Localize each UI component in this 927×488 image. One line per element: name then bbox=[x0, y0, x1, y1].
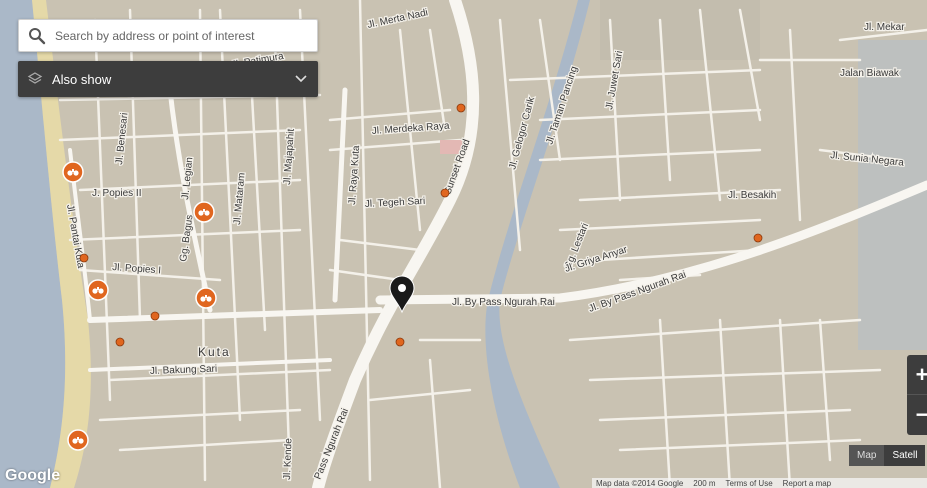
search-input[interactable] bbox=[55, 28, 310, 43]
map-type-map-button[interactable]: Map bbox=[849, 445, 885, 466]
map-type-satellite-button[interactable]: Satell bbox=[884, 445, 926, 466]
map-type-control: Map Satell bbox=[849, 445, 926, 466]
binoculars-icon[interactable] bbox=[67, 429, 89, 451]
binoculars-icon[interactable] bbox=[87, 279, 109, 301]
poi-dot[interactable] bbox=[150, 311, 160, 321]
attribution-bar: Map data ©2014 Google 200 m Terms of Use… bbox=[592, 478, 927, 488]
poi-dot[interactable] bbox=[753, 233, 763, 243]
poi-dot[interactable] bbox=[115, 337, 125, 347]
label-bypass-1: Jl. By Pass Ngurah Rai bbox=[452, 297, 555, 308]
label-popies2: J. Popies II bbox=[92, 188, 141, 199]
poi-dot[interactable] bbox=[395, 337, 405, 347]
also-show-dropdown[interactable]: Also show bbox=[18, 61, 318, 97]
poi-dot[interactable] bbox=[456, 103, 466, 113]
search-icon[interactable] bbox=[19, 19, 55, 52]
binoculars-icon[interactable] bbox=[62, 161, 84, 183]
label-besakih: Jl. Besakih bbox=[728, 190, 776, 201]
layers-icon bbox=[18, 71, 52, 87]
binoculars-icon[interactable] bbox=[195, 287, 217, 309]
binoculars-icon[interactable] bbox=[193, 201, 215, 223]
scale-label: 200 m bbox=[693, 478, 716, 488]
search-bar[interactable] bbox=[18, 19, 318, 52]
label-bakung: Jl. Bakung Sari bbox=[150, 364, 218, 377]
poi-dot[interactable] bbox=[79, 253, 89, 263]
terms-link[interactable]: Terms of Use bbox=[726, 479, 773, 488]
label-mekar: Jl. Mekar bbox=[864, 22, 905, 33]
label-kuta: Kuta bbox=[198, 345, 231, 359]
label-biawak: Jalan Biawak bbox=[840, 68, 900, 79]
map-data-credit: Map data ©2014 Google bbox=[596, 478, 684, 488]
chevron-down-icon[interactable] bbox=[284, 75, 318, 83]
google-logo: Google bbox=[5, 467, 61, 484]
report-link[interactable]: Report a map bbox=[783, 479, 831, 488]
label-kende: Jl. Kende bbox=[282, 438, 294, 480]
zoom-out-button[interactable]: − bbox=[907, 395, 927, 435]
zoom-in-button[interactable]: + bbox=[907, 355, 927, 395]
also-show-label: Also show bbox=[52, 71, 112, 87]
poi-dot[interactable] bbox=[440, 188, 450, 198]
north-block bbox=[600, 0, 760, 60]
zoom-control: + − bbox=[907, 355, 927, 435]
